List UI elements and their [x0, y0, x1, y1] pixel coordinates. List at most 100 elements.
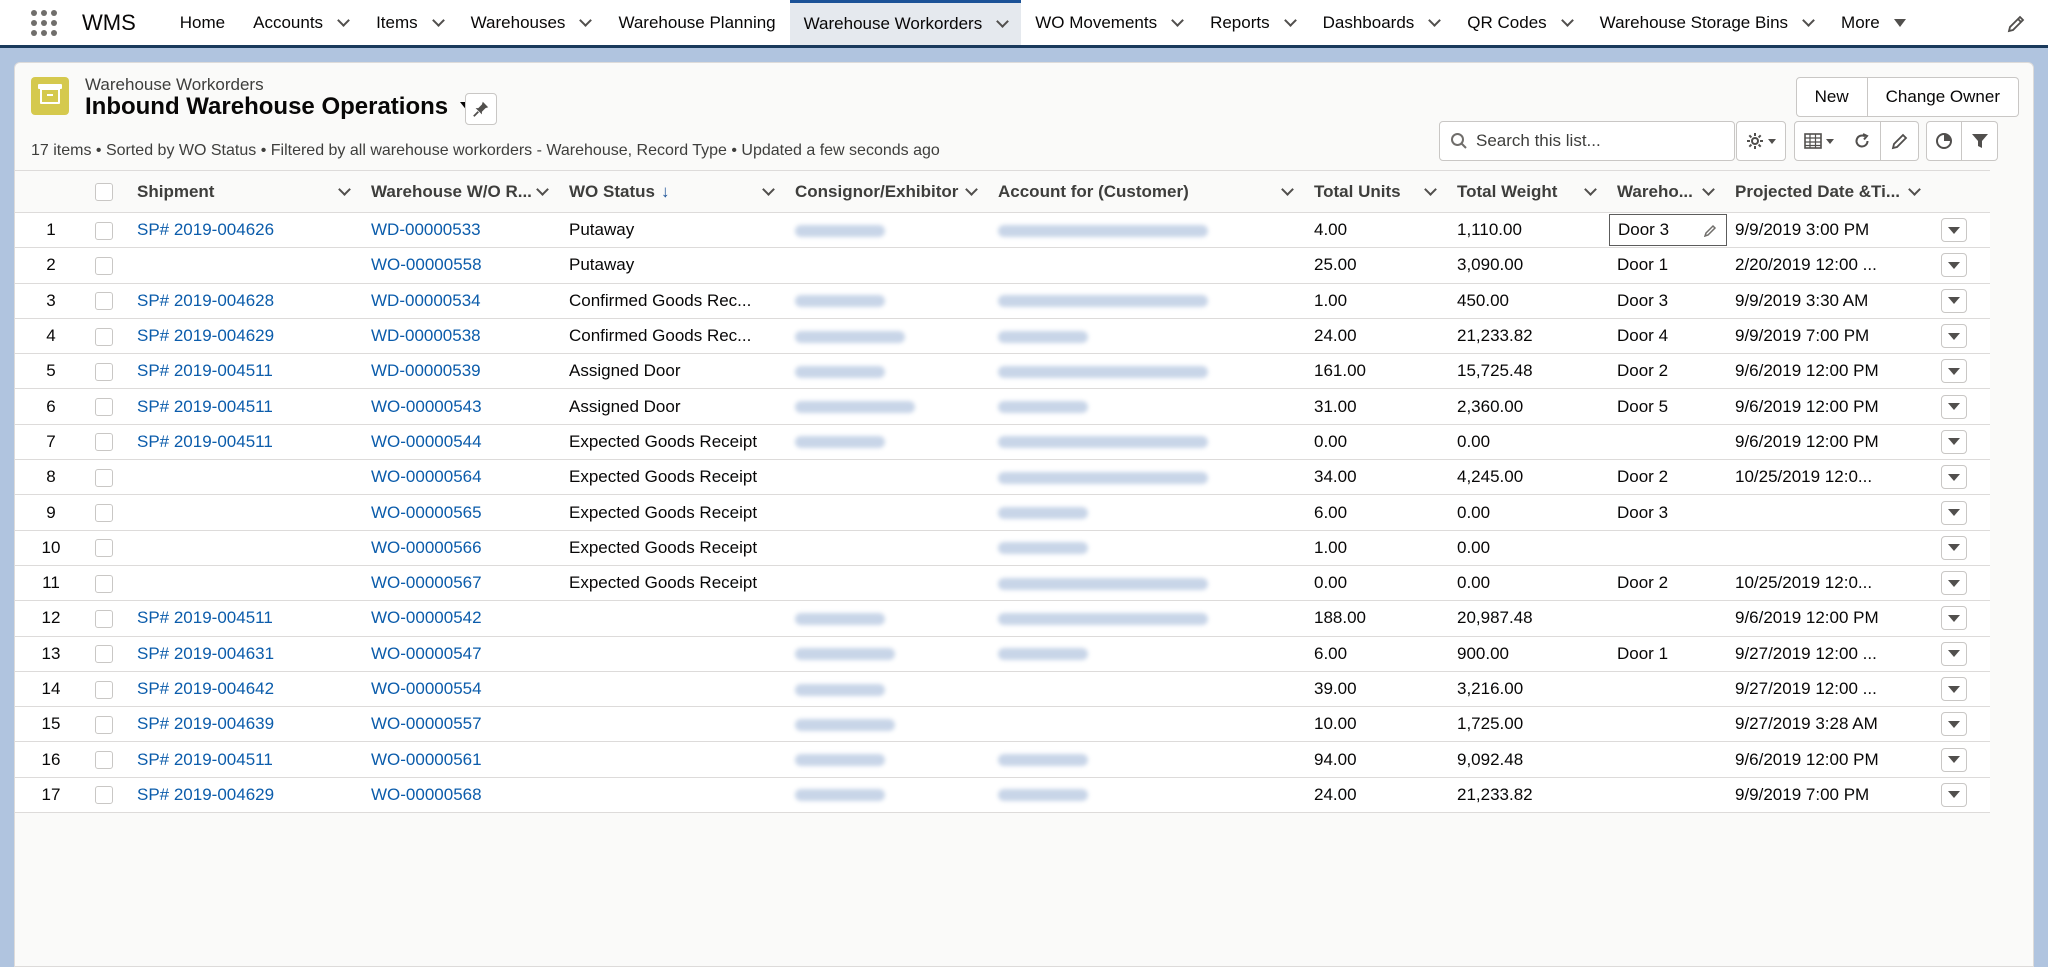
- row-checkbox[interactable]: [95, 468, 113, 487]
- chevron-down-icon[interactable]: [1802, 13, 1815, 27]
- row-actions-button[interactable]: [1941, 641, 1967, 666]
- wo-number-link[interactable]: WO-00000547: [371, 644, 482, 663]
- wo-number-link[interactable]: WO-00000561: [371, 750, 482, 769]
- chevron-down-icon[interactable]: [579, 13, 593, 27]
- filter-button[interactable]: [1962, 121, 1998, 161]
- pencil-icon[interactable]: [1704, 223, 1718, 238]
- row-checkbox[interactable]: [95, 504, 113, 523]
- pin-button[interactable]: [465, 93, 497, 125]
- column-header-consignor[interactable]: Consignor/Exhibitor: [787, 170, 990, 213]
- inline-edit-field[interactable]: Door 3: [1609, 214, 1727, 247]
- nav-item-warehouse-planning[interactable]: Warehouse Planning: [604, 0, 789, 45]
- wo-number-link[interactable]: WO-00000564: [371, 467, 482, 486]
- nav-item-qr-codes[interactable]: QR Codes: [1453, 0, 1585, 45]
- wo-number-link[interactable]: WO-00000568: [371, 785, 482, 804]
- inline-edit-button[interactable]: [1881, 121, 1919, 161]
- column-header-wo-status[interactable]: WO Status ↓: [561, 170, 787, 213]
- column-header-wo-number[interactable]: Warehouse W/O R...: [363, 170, 561, 213]
- row-checkbox[interactable]: [95, 645, 113, 664]
- row-actions-button[interactable]: [1941, 782, 1967, 807]
- shipment-link[interactable]: SP# 2019-004626: [137, 220, 274, 239]
- change-owner-button[interactable]: Change Owner: [1867, 77, 2019, 117]
- list-view-picker[interactable]: Inbound Warehouse Operations: [85, 93, 477, 121]
- row-actions-button[interactable]: [1941, 394, 1967, 419]
- nav-item-dashboards[interactable]: Dashboards: [1309, 0, 1454, 45]
- row-actions-button[interactable]: [1941, 571, 1967, 596]
- wo-number-link[interactable]: WO-00000543: [371, 397, 482, 416]
- column-header-total-units[interactable]: Total Units: [1306, 170, 1449, 213]
- wo-number-link[interactable]: WO-00000544: [371, 432, 482, 451]
- nav-item-items[interactable]: Items: [362, 0, 457, 45]
- chevron-down-icon[interactable]: [965, 183, 978, 196]
- row-actions-button[interactable]: [1941, 253, 1967, 278]
- row-checkbox[interactable]: [95, 680, 113, 699]
- shipment-link[interactable]: SP# 2019-004631: [137, 644, 274, 663]
- refresh-button[interactable]: [1843, 121, 1881, 161]
- charts-button[interactable]: [1926, 121, 1962, 161]
- chevron-down-icon[interactable]: [338, 183, 351, 196]
- row-checkbox[interactable]: [95, 221, 113, 240]
- wo-number-link[interactable]: WO-00000542: [371, 608, 482, 627]
- chevron-down-icon[interactable]: [1584, 183, 1597, 196]
- wo-number-link[interactable]: WO-00000566: [371, 538, 482, 557]
- chevron-down-icon[interactable]: [1560, 13, 1574, 27]
- wo-number-link[interactable]: WD-00000538: [371, 326, 481, 345]
- chevron-down-icon[interactable]: [337, 13, 350, 27]
- row-actions-button[interactable]: [1941, 218, 1967, 243]
- nav-item-wo-movements[interactable]: WO Movements: [1021, 0, 1196, 45]
- shipment-link[interactable]: SP# 2019-004628: [137, 291, 274, 310]
- search-input[interactable]: [1476, 131, 1716, 151]
- nav-item-warehouses[interactable]: Warehouses: [457, 0, 605, 45]
- nav-item-reports[interactable]: Reports: [1196, 0, 1309, 45]
- wo-number-link[interactable]: WD-00000539: [371, 361, 481, 380]
- shipment-link[interactable]: SP# 2019-004511: [137, 750, 273, 769]
- chevron-down-icon[interactable]: [1428, 13, 1442, 27]
- chevron-down-icon[interactable]: [1283, 13, 1297, 27]
- row-actions-button[interactable]: [1941, 747, 1967, 772]
- row-actions-button[interactable]: [1941, 359, 1967, 384]
- shipment-link[interactable]: SP# 2019-004511: [137, 432, 273, 451]
- row-checkbox[interactable]: [95, 433, 113, 452]
- chevron-down-icon[interactable]: [996, 15, 1010, 28]
- nav-item-warehouse-storage-bins[interactable]: Warehouse Storage Bins: [1586, 0, 1827, 45]
- chevron-down-icon[interactable]: [1171, 13, 1184, 27]
- nav-item-home[interactable]: Home: [166, 0, 239, 45]
- wo-number-link[interactable]: WO-00000554: [371, 679, 482, 698]
- pencil-icon[interactable]: [2006, 14, 2026, 34]
- row-actions-button[interactable]: [1941, 324, 1967, 349]
- row-checkbox[interactable]: [95, 786, 113, 805]
- shipment-link[interactable]: SP# 2019-004511: [137, 608, 273, 627]
- shipment-link[interactable]: SP# 2019-004511: [137, 361, 273, 380]
- chevron-down-icon[interactable]: [762, 183, 775, 196]
- chevron-down-icon[interactable]: [536, 183, 549, 196]
- column-header-warehouse-door[interactable]: Wareho...: [1609, 170, 1727, 213]
- nav-item-warehouse-workorders[interactable]: Warehouse Workorders: [789, 0, 1022, 45]
- row-actions-button[interactable]: [1941, 500, 1967, 525]
- shipment-link[interactable]: SP# 2019-004629: [137, 785, 274, 804]
- shipment-link[interactable]: SP# 2019-004642: [137, 679, 274, 698]
- row-checkbox[interactable]: [95, 398, 113, 417]
- row-checkbox[interactable]: [95, 292, 113, 311]
- column-header-shipment[interactable]: Shipment: [129, 170, 363, 213]
- row-checkbox[interactable]: [95, 327, 113, 346]
- shipment-link[interactable]: SP# 2019-004511: [137, 397, 273, 416]
- chevron-down-icon[interactable]: [1281, 183, 1294, 196]
- row-actions-button[interactable]: [1941, 535, 1967, 560]
- list-settings-button[interactable]: [1736, 121, 1786, 161]
- row-actions-button[interactable]: [1941, 288, 1967, 313]
- row-actions-button[interactable]: [1941, 429, 1967, 454]
- row-checkbox[interactable]: [95, 362, 113, 381]
- nav-more[interactable]: More: [1827, 0, 1920, 45]
- app-launcher-icon[interactable]: [30, 9, 58, 37]
- column-header-projected-date[interactable]: Projected Date &Ti...: [1727, 170, 1933, 213]
- row-checkbox[interactable]: [95, 609, 113, 628]
- row-actions-button[interactable]: [1941, 677, 1967, 701]
- chevron-down-icon[interactable]: [1424, 183, 1437, 196]
- shipment-link[interactable]: SP# 2019-004629: [137, 326, 274, 345]
- chevron-down-icon[interactable]: [1908, 183, 1921, 196]
- row-checkbox[interactable]: [95, 539, 113, 558]
- chevron-down-icon[interactable]: [1702, 183, 1715, 196]
- row-actions-button[interactable]: [1941, 606, 1967, 631]
- wo-number-link[interactable]: WO-00000565: [371, 503, 482, 522]
- column-header-account[interactable]: Account for (Customer): [990, 170, 1306, 213]
